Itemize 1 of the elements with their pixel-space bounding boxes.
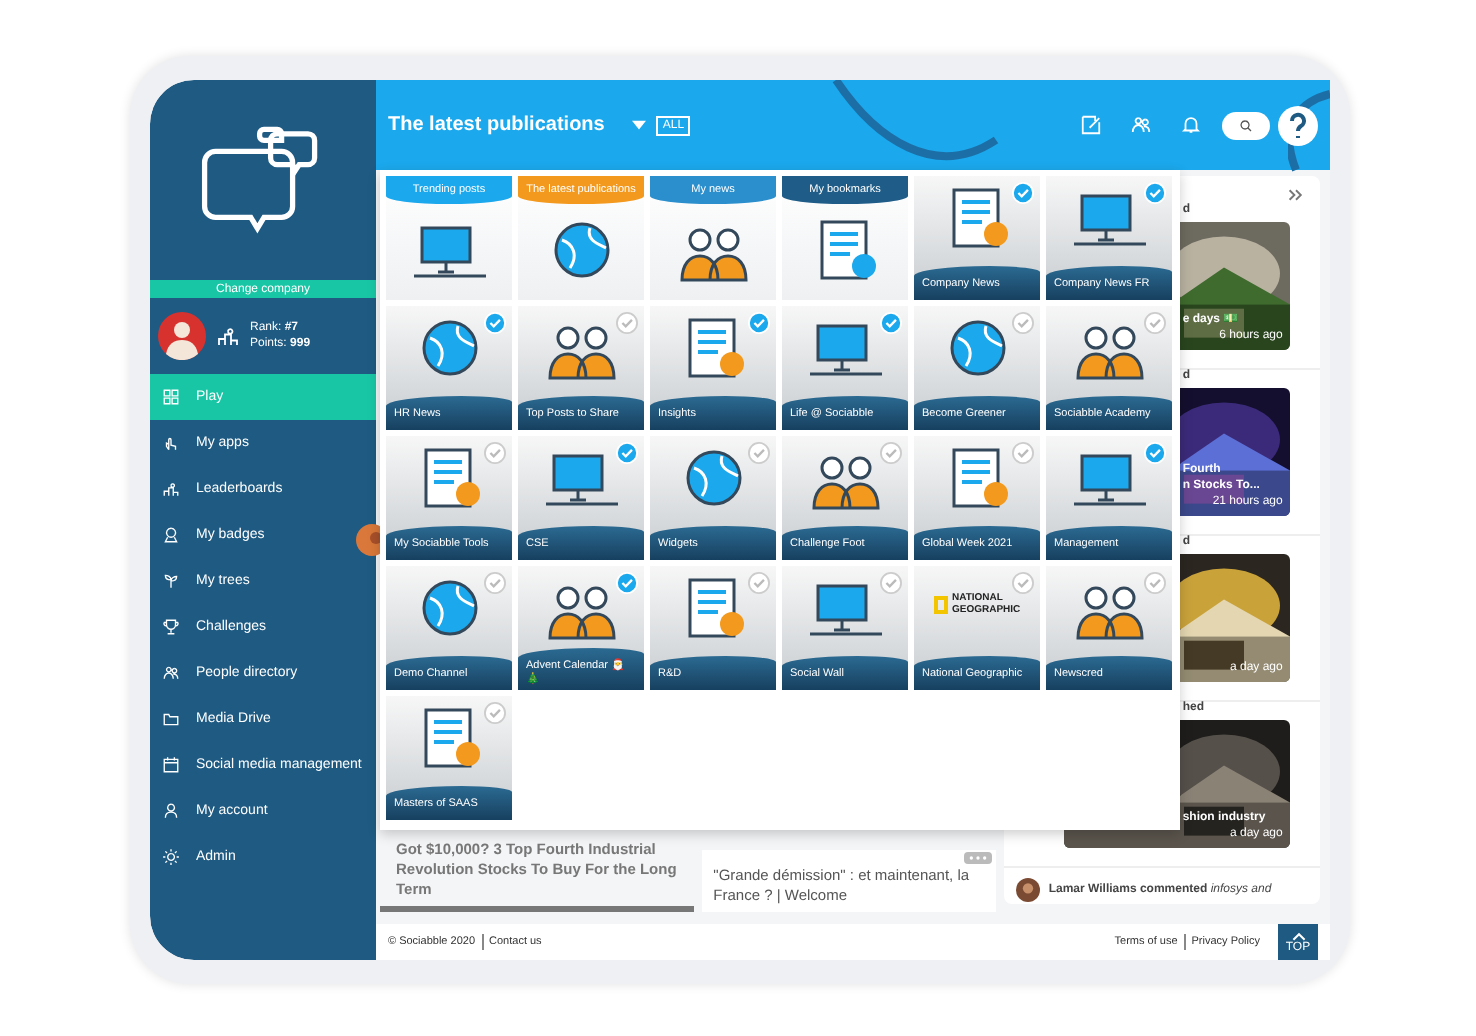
page-title: The latest publications	[388, 114, 605, 136]
